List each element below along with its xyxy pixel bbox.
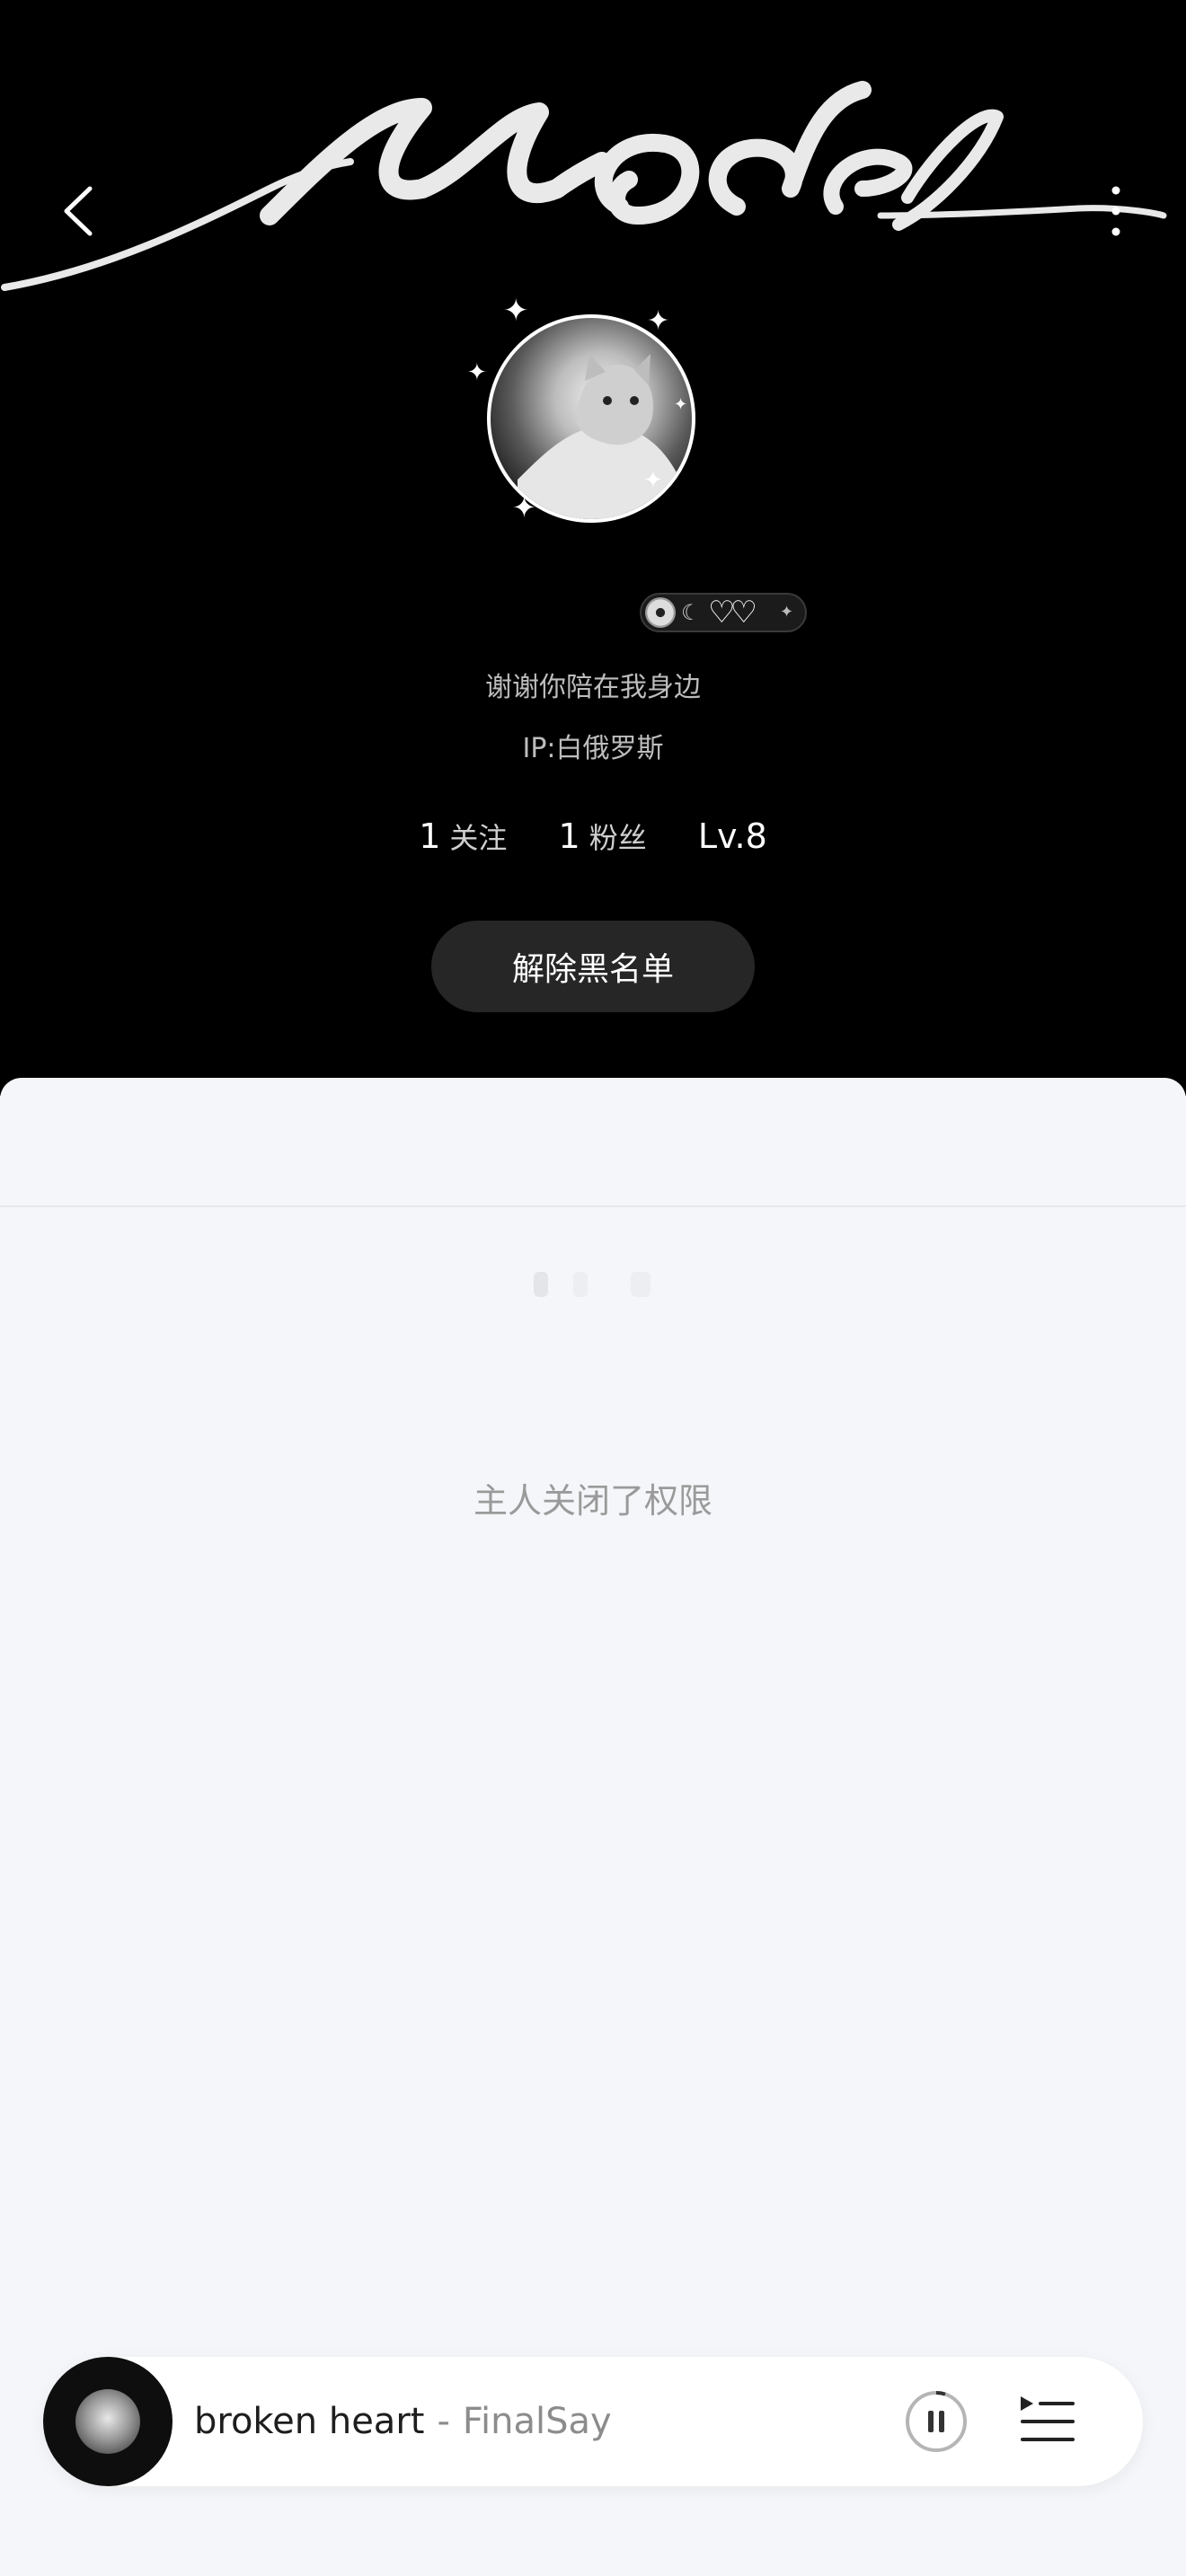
sparkle-icon: ✦ — [512, 490, 536, 525]
tabs-bar — [0, 1078, 1186, 1207]
level-stat[interactable]: Lv.8 — [698, 816, 767, 856]
more-options-button[interactable] — [1098, 180, 1134, 243]
script-banner — [1, 81, 1167, 291]
mini-player[interactable]: broken heart - FinalSay — [43, 2357, 1143, 2486]
album-disc[interactable] — [43, 2357, 173, 2486]
back-button[interactable] — [52, 180, 106, 243]
sparkle-icon: ✦ — [647, 305, 670, 337]
moon-icon: ☾ — [681, 600, 701, 625]
profile-stats: 1 关注 1 粉丝 Lv.8 — [0, 816, 1186, 857]
level-label: Lv.8 — [697, 816, 767, 856]
badge-strip[interactable]: ☾ ♡♡ ✦ — [640, 593, 807, 632]
chevron-left-icon — [64, 186, 93, 236]
sparkle-icon: ✦ — [674, 395, 688, 414]
more-vertical-icon — [1111, 186, 1120, 236]
avatar[interactable]: ✦ ✦ ✦ ✦ ✦ ✦ — [467, 287, 719, 539]
followers-count: 1 — [558, 816, 580, 856]
permission-message: 主人关闭了权限 — [473, 1481, 712, 1521]
song-artist: FinalSay — [462, 2401, 612, 2442]
followers-label: 粉丝 — [589, 821, 647, 855]
song-separator: - — [437, 2401, 450, 2442]
sparkle-icon: ✦ — [503, 293, 529, 329]
profile-signature: 谢谢你陪在我身边 — [485, 672, 701, 703]
pause-icon — [906, 2390, 967, 2452]
following-label: 关注 — [449, 821, 508, 855]
vinyl-badge-icon — [645, 597, 676, 628]
following-count: 1 — [419, 816, 441, 856]
content-panel: 主人关闭了权限 — [0, 1078, 1186, 2576]
pause-button[interactable] — [900, 2386, 972, 2457]
hearts-badge-icon: ♡♡ — [708, 595, 757, 631]
followers-stat[interactable]: 1 粉丝 — [559, 816, 647, 857]
sparkle-icon: ✦ — [780, 603, 794, 622]
loading-indicator — [530, 1265, 665, 1301]
playlist-icon — [1021, 2396, 1075, 2441]
song-title: broken heart — [194, 2401, 425, 2442]
song-info[interactable]: broken heart - FinalSay — [194, 2357, 612, 2486]
ip-location: IP:白俄罗斯 — [522, 733, 664, 764]
following-stat[interactable]: 1 关注 — [419, 816, 507, 857]
playlist-button[interactable] — [1015, 2389, 1080, 2454]
album-art — [75, 2389, 140, 2454]
sparkle-icon: ✦ — [467, 359, 487, 386]
profile-header: ✦ ✦ ✦ ✦ ✦ ✦ ☾ ♡♡ ✦ 谢谢你陪在我身边 IP:白俄罗斯 1 关注 … — [0, 0, 1186, 1096]
sparkle-icon: ✦ — [643, 467, 663, 494]
unblock-button[interactable]: 解除黑名单 — [431, 921, 755, 1012]
